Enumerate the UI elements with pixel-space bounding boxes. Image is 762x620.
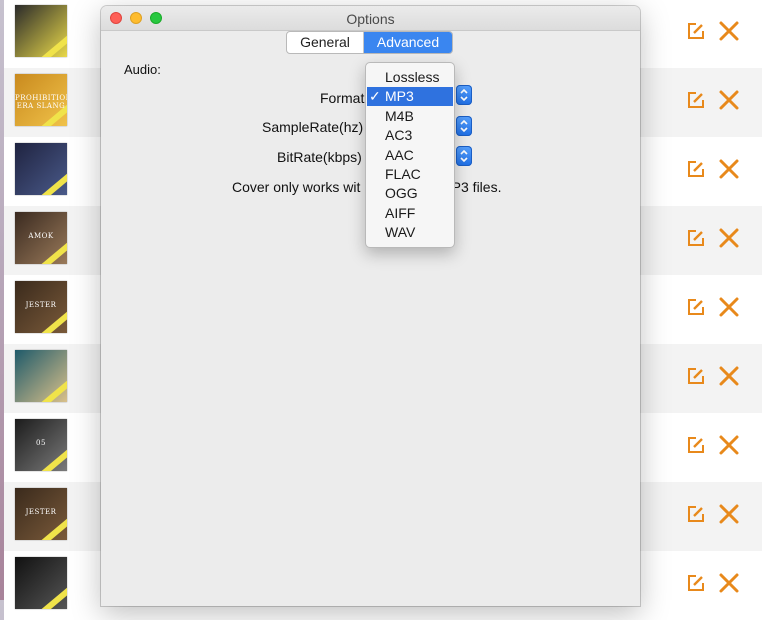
format-option-flac[interactable]: FLAC bbox=[367, 165, 453, 184]
format-option-label: WAV bbox=[385, 224, 416, 241]
cover-stripe bbox=[39, 170, 67, 195]
format-dropdown-menu: Lossless ✓ MP3 M4B AC3 AAC FLAC OGG AIFF WAV bbox=[365, 62, 455, 248]
format-option-label: AAC bbox=[385, 146, 414, 163]
format-option-label: Lossless bbox=[385, 69, 440, 85]
format-option-ac3[interactable]: AC3 bbox=[367, 126, 453, 145]
edit-icon[interactable] bbox=[686, 21, 706, 41]
book-cover-image: JESTER bbox=[15, 488, 67, 540]
tab-general[interactable]: General bbox=[287, 32, 364, 53]
book-cover-image bbox=[15, 350, 67, 402]
delete-icon[interactable] bbox=[718, 89, 740, 111]
title-bar: Options bbox=[101, 6, 640, 31]
book-cover-image bbox=[15, 5, 67, 57]
format-option-m4b[interactable]: M4B bbox=[367, 107, 453, 126]
cover-note-start: Cover only works wit bbox=[232, 179, 361, 195]
format-label: Format bbox=[320, 90, 365, 106]
bitrate-popup-arrows-icon[interactable] bbox=[456, 146, 472, 166]
checkmark-icon: ✓ bbox=[369, 88, 381, 105]
cover-stripe bbox=[39, 32, 67, 57]
edit-icon[interactable] bbox=[686, 297, 706, 317]
delete-icon[interactable] bbox=[718, 503, 740, 525]
format-option-ogg[interactable]: OGG bbox=[367, 184, 453, 203]
format-option-label: AIFF bbox=[385, 204, 416, 221]
cover-stripe bbox=[39, 446, 67, 471]
cover-stripe bbox=[39, 308, 67, 333]
tab-control: General Advanced bbox=[286, 31, 453, 54]
delete-icon[interactable] bbox=[718, 20, 740, 42]
book-cover-image bbox=[15, 557, 67, 609]
cover-stripe bbox=[39, 377, 67, 402]
cover-title: JESTER bbox=[25, 301, 57, 309]
edit-icon[interactable] bbox=[686, 366, 706, 386]
samplerate-label: SampleRate(hz) bbox=[262, 119, 364, 135]
edit-icon[interactable] bbox=[686, 504, 706, 524]
format-option-aiff[interactable]: AIFF bbox=[367, 204, 453, 223]
book-cover-image: AMOK bbox=[15, 212, 67, 264]
format-popup-arrows-icon[interactable] bbox=[456, 85, 472, 105]
format-option-lossless[interactable]: Lossless bbox=[367, 68, 453, 87]
edit-icon[interactable] bbox=[686, 90, 706, 110]
cover-stripe bbox=[39, 515, 67, 540]
format-option-label: FLAC bbox=[385, 166, 421, 182]
delete-icon[interactable] bbox=[718, 227, 740, 249]
samplerate-popup-arrows-icon[interactable] bbox=[456, 116, 472, 136]
cover-title: AMOK bbox=[28, 232, 54, 240]
edit-icon[interactable] bbox=[686, 159, 706, 179]
book-cover-image: 05 bbox=[15, 419, 67, 471]
cover-title: 05 bbox=[36, 439, 46, 447]
format-option-label: MP3 bbox=[385, 88, 414, 105]
window-title: Options bbox=[346, 11, 395, 27]
edit-icon[interactable] bbox=[686, 435, 706, 455]
delete-icon[interactable] bbox=[718, 434, 740, 456]
format-option-mp3[interactable]: ✓ MP3 bbox=[367, 87, 453, 107]
delete-icon[interactable] bbox=[718, 158, 740, 180]
audio-section-label: Audio: bbox=[124, 62, 161, 77]
cover-title: JESTER bbox=[25, 508, 57, 516]
format-option-label: OGG bbox=[385, 185, 418, 202]
cover-stripe bbox=[39, 584, 67, 609]
cover-stripe bbox=[39, 239, 67, 264]
delete-icon[interactable] bbox=[718, 572, 740, 594]
book-cover-image: JESTER bbox=[15, 281, 67, 333]
format-option-label: AC3 bbox=[385, 127, 413, 144]
bitrate-label: BitRate(kbps) bbox=[277, 149, 362, 165]
book-cover-image bbox=[15, 143, 67, 195]
cover-title: PROHIBITION ERA SLANG bbox=[15, 94, 67, 110]
tab-advanced[interactable]: Advanced bbox=[364, 32, 452, 53]
delete-icon[interactable] bbox=[718, 365, 740, 387]
book-cover-image: PROHIBITION ERA SLANG bbox=[15, 74, 67, 126]
format-option-label: M4B bbox=[385, 107, 414, 124]
edit-icon[interactable] bbox=[686, 228, 706, 248]
format-option-wav[interactable]: WAV bbox=[367, 223, 453, 242]
edit-icon[interactable] bbox=[686, 573, 706, 593]
format-option-aac[interactable]: AAC bbox=[367, 146, 453, 165]
delete-icon[interactable] bbox=[718, 296, 740, 318]
